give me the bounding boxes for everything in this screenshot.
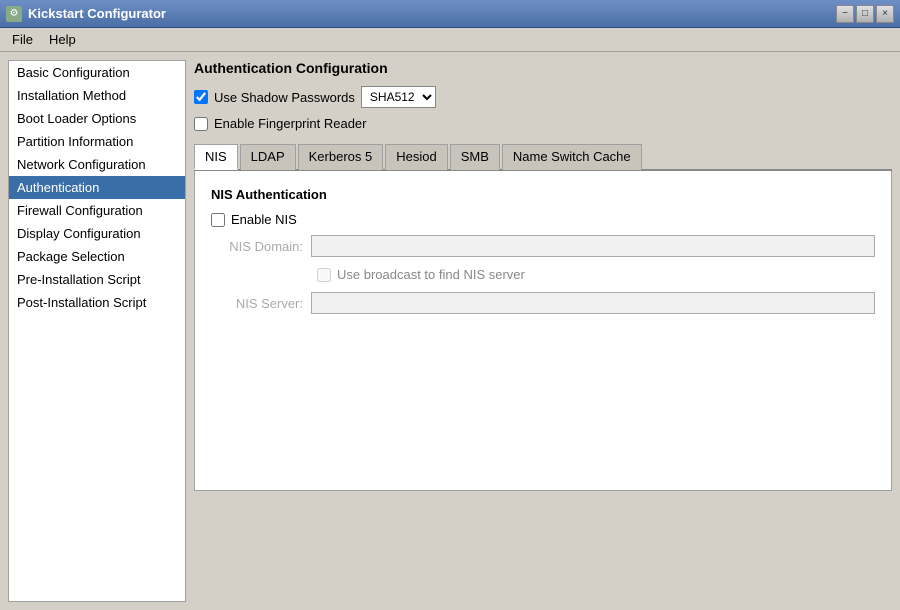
tab-kerberos5[interactable]: Kerberos 5 [298,144,384,170]
sidebar-item-basic-configuration[interactable]: Basic Configuration [9,61,185,84]
tab-bar: NIS LDAP Kerberos 5 Hesiod SMB Name Swit… [194,143,892,171]
titlebar: ⚙ Kickstart Configurator − □ × [0,0,900,28]
nis-domain-row: NIS Domain: [211,235,875,257]
broadcast-row: Use broadcast to find NIS server [211,267,875,282]
menu-file[interactable]: File [4,30,41,49]
nis-server-label: NIS Server: [211,296,311,311]
enable-nis-row: Enable NIS [211,212,875,227]
app-icon: ⚙ [6,6,22,22]
nis-server-input[interactable] [311,292,875,314]
sha-select[interactable]: MD5 SHA256 SHA512 [361,86,436,108]
tab-smb[interactable]: SMB [450,144,500,170]
sidebar-item-package-selection[interactable]: Package Selection [9,245,185,268]
minimize-button[interactable]: − [836,5,854,23]
fingerprint-label: Enable Fingerprint Reader [214,116,366,131]
fingerprint-checkbox[interactable] [194,117,208,131]
sidebar-item-boot-loader-options[interactable]: Boot Loader Options [9,107,185,130]
sidebar-item-partition-information[interactable]: Partition Information [9,130,185,153]
nis-section-title: NIS Authentication [211,187,875,202]
enable-nis-label: Enable NIS [231,212,297,227]
shadow-passwords-row: Use Shadow Passwords MD5 SHA256 SHA512 [194,86,892,108]
titlebar-left: ⚙ Kickstart Configurator [6,6,166,22]
maximize-button[interactable]: □ [856,5,874,23]
tab-name-switch-cache[interactable]: Name Switch Cache [502,144,642,170]
sidebar-item-authentication[interactable]: Authentication [9,176,185,199]
nis-domain-label: NIS Domain: [211,239,311,254]
titlebar-controls[interactable]: − □ × [836,5,894,23]
close-button[interactable]: × [876,5,894,23]
nis-server-row: NIS Server: [211,292,875,314]
nis-domain-input[interactable] [311,235,875,257]
tab-content-nis: NIS Authentication Enable NIS NIS Domain… [194,171,892,491]
sidebar-item-firewall-configuration[interactable]: Firewall Configuration [9,199,185,222]
tabs-container: NIS LDAP Kerberos 5 Hesiod SMB Name Swit… [194,143,892,491]
broadcast-checkbox[interactable] [317,268,331,282]
titlebar-title: Kickstart Configurator [28,6,166,21]
menu-help[interactable]: Help [41,30,84,49]
tab-hesiod[interactable]: Hesiod [385,144,447,170]
shadow-passwords-label: Use Shadow Passwords [214,90,355,105]
sidebar-item-display-configuration[interactable]: Display Configuration [9,222,185,245]
sidebar-item-network-configuration[interactable]: Network Configuration [9,153,185,176]
sidebar-item-pre-installation-script[interactable]: Pre-Installation Script [9,268,185,291]
enable-nis-checkbox[interactable] [211,213,225,227]
broadcast-label: Use broadcast to find NIS server [337,267,525,282]
content-panel: Authentication Configuration Use Shadow … [194,60,892,602]
tab-nis[interactable]: NIS [194,144,238,170]
section-title: Authentication Configuration [194,60,892,76]
fingerprint-row: Enable Fingerprint Reader [194,116,892,131]
main-window: Basic Configuration Installation Method … [0,52,900,610]
shadow-passwords-checkbox[interactable] [194,90,208,104]
menubar: File Help [0,28,900,52]
sidebar-item-installation-method[interactable]: Installation Method [9,84,185,107]
tab-ldap[interactable]: LDAP [240,144,296,170]
sidebar: Basic Configuration Installation Method … [8,60,186,602]
sidebar-item-post-installation-script[interactable]: Post-Installation Script [9,291,185,314]
